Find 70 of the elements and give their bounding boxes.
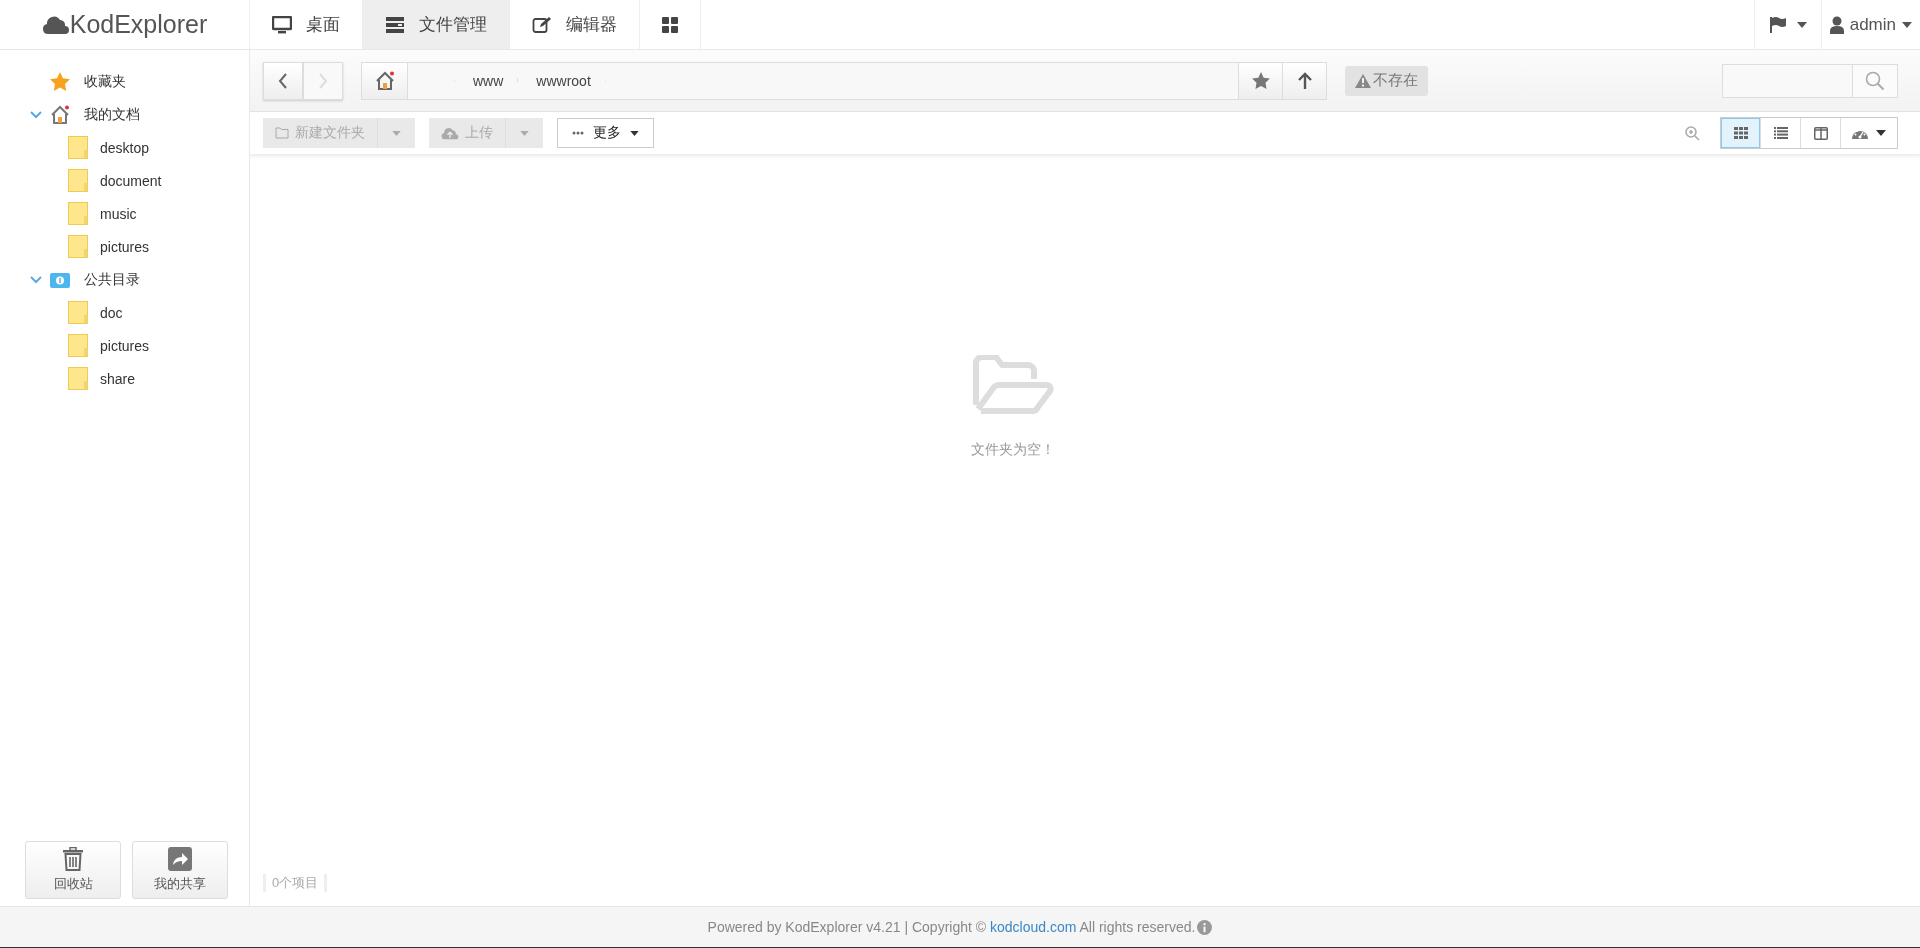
folder-icon — [68, 202, 88, 225]
item-count: 0个项目 — [263, 874, 328, 892]
user-icon — [1829, 15, 1844, 34]
folder-icon — [68, 235, 88, 258]
list-icon — [1773, 127, 1788, 139]
star-icon — [50, 72, 70, 91]
folder-open-icon — [972, 355, 1054, 415]
trash-icon — [62, 847, 84, 871]
monitor-icon — [272, 15, 292, 34]
tree-item[interactable]: pictures — [0, 230, 249, 263]
up-button[interactable] — [1282, 62, 1326, 99]
tree-item[interactable]: desktop — [0, 131, 249, 164]
tree-item[interactable]: 公共目录 — [0, 263, 249, 296]
info-icon[interactable] — [1197, 919, 1213, 935]
folder-icon — [68, 301, 88, 324]
arrow-up-icon — [1297, 71, 1312, 90]
house-icon — [50, 105, 70, 124]
view-button[interactable] — [1721, 118, 1761, 148]
back-icon — [278, 72, 288, 89]
caret-icon — [520, 130, 529, 136]
folder-icon — [68, 367, 88, 390]
tree-item[interactable]: 我的文档 — [0, 98, 249, 131]
grid-icon — [662, 16, 678, 33]
folder-icon — [68, 136, 88, 159]
cloud-upload-icon — [441, 126, 459, 140]
website-link[interactable]: kodcloud.com — [990, 919, 1077, 935]
warning-icon — [1355, 73, 1371, 88]
sidebar-button[interactable]: 回收站 — [25, 841, 121, 899]
caret-icon — [1796, 21, 1807, 28]
house-icon — [374, 71, 395, 90]
folder-icon — [50, 271, 70, 288]
status-badge: 不存在 — [1345, 65, 1428, 96]
flag-icon — [1768, 15, 1787, 34]
star-icon — [1251, 72, 1270, 89]
tree-item[interactable]: share — [0, 362, 249, 395]
tree-item[interactable]: doc — [0, 296, 249, 329]
caret-icon — [630, 130, 639, 136]
caret-icon — [1902, 21, 1912, 28]
home-button[interactable] — [362, 62, 408, 99]
folder-icon — [68, 169, 88, 192]
tree-item[interactable]: document — [0, 164, 249, 197]
caret-icon — [392, 130, 401, 136]
sidebar-button[interactable]: 我的共享 — [132, 841, 228, 899]
search-icon — [1865, 70, 1885, 91]
empty-message: 文件夹为空！ — [971, 441, 1055, 459]
nav-tab[interactable]: 文件管理 — [363, 0, 510, 49]
favorite-button[interactable] — [1238, 62, 1282, 99]
copyright-text: Powered by KodExplorer v4.21 | Copyright © kodcloud.com All rights reserved. — [707, 919, 1196, 935]
tree-item[interactable]: pictures — [0, 329, 249, 362]
edit-icon — [532, 15, 552, 34]
grid-icon — [1733, 127, 1748, 139]
tree-item[interactable]: 收藏夹 — [0, 65, 249, 98]
tree-item[interactable]: music — [0, 197, 249, 230]
cloud-icon — [41, 14, 70, 35]
user-menu[interactable]: admin — [1820, 0, 1920, 49]
caret-icon — [1876, 130, 1886, 136]
nav-tab[interactable]: 编辑器 — [510, 0, 640, 49]
ellipsis-icon — [572, 131, 584, 135]
folder-icon — [68, 334, 88, 357]
zoom-in-icon[interactable] — [1685, 125, 1700, 141]
back-button[interactable] — [263, 61, 303, 100]
app-logo: KodExplorer — [0, 0, 250, 49]
server-icon — [385, 15, 405, 34]
folder-icon — [275, 127, 289, 139]
share-icon — [168, 847, 192, 871]
address-bar[interactable]: www wwwroot — [361, 61, 1327, 100]
forward-icon — [318, 72, 328, 89]
columns-icon — [1813, 126, 1828, 140]
more-button[interactable]: 更多 — [557, 118, 654, 148]
search-field[interactable] — [1722, 63, 1898, 98]
